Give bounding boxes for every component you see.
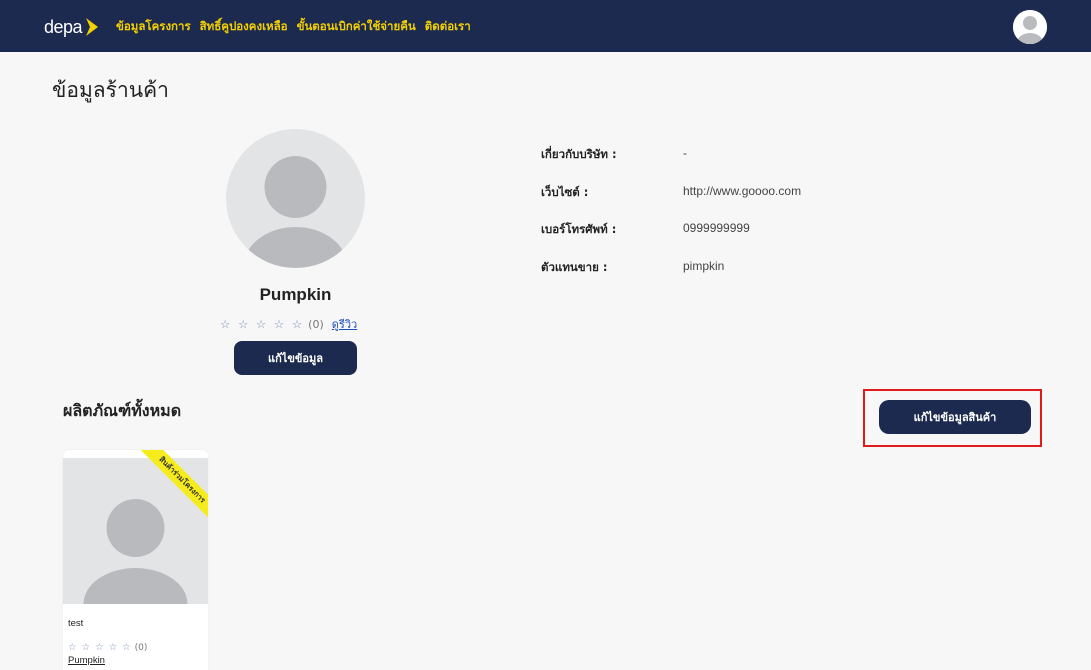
nav-reimbursement-steps[interactable]: ขั้นตอนเบิกค่าใช้จ่ายคืน <box>297 18 416 36</box>
info-label: เว็บไซต์ : <box>541 184 589 199</box>
shop-avatar-icon <box>243 156 348 268</box>
user-avatar-icon <box>1013 10 1047 44</box>
top-navbar: depa ข้อมูลโครงการ สิทธิ์คูปองคงเหลือ ขั… <box>0 0 1091 52</box>
info-row-website: เว็บไซต์ : http://www.goooo.com <box>541 184 801 222</box>
logo-arrow-icon <box>86 18 99 36</box>
shop-avatar <box>226 129 365 268</box>
info-value: pimpkin <box>683 258 725 273</box>
edit-info-button[interactable]: แก้ไขข้อมูล <box>234 341 357 375</box>
rating-stars-icon: ☆ ☆ ☆ ☆ ☆ <box>220 317 305 331</box>
info-value: http://www.goooo.com <box>683 183 802 198</box>
nav-remaining-coupon[interactable]: สิทธิ์คูปองคงเหลือ <box>200 18 288 36</box>
shop-info-table: เกี่ยวกับบริษัท : - เว็บไซต์ : http://ww… <box>541 146 801 296</box>
review-count: (0) <box>308 317 324 331</box>
ribbon-label: สินค้าร่วมโครงการ <box>133 450 208 529</box>
product-card[interactable]: สินค้าร่วมโครงการ test ☆ ☆ ☆ ☆ ☆ (0) Pum… <box>63 450 208 670</box>
nav-project-info[interactable]: ข้อมูลโครงการ <box>116 18 191 36</box>
product-stars-icon: ☆ ☆ ☆ ☆ ☆ <box>68 642 132 653</box>
edit-products-button[interactable]: แก้ไขข้อมูลสินค้า <box>879 400 1031 434</box>
logo-text: depa <box>44 16 83 37</box>
depa-logo[interactable]: depa <box>44 14 100 40</box>
user-avatar[interactable] <box>1013 10 1047 44</box>
info-label: ตัวแทนขาย : <box>541 259 608 274</box>
page-title: ข้อมูลร้านค้า <box>52 78 169 102</box>
product-rating: ☆ ☆ ☆ ☆ ☆ (0) <box>68 642 147 653</box>
info-row-about: เกี่ยวกับบริษัท : - <box>541 146 801 184</box>
shop-rating: ☆ ☆ ☆ ☆ ☆ (0) ดูรีวิว <box>220 315 357 333</box>
view-reviews-link[interactable]: ดูรีวิว <box>332 315 357 333</box>
info-row-phone: เบอร์โทรศัพท์ : 0999999999 <box>541 221 801 259</box>
info-row-sales-rep: ตัวแทนขาย : pimpkin <box>541 259 801 297</box>
main-nav: ข้อมูลโครงการ สิทธิ์คูปองคงเหลือ ขั้นตอน… <box>116 18 471 36</box>
product-shop-link[interactable]: Pumpkin <box>68 655 105 666</box>
shop-name: Pumpkin <box>259 285 332 304</box>
info-label: เกี่ยวกับบริษัท : <box>541 147 617 161</box>
ribbon: สินค้าร่วมโครงการ <box>118 450 208 540</box>
product-review-count: (0) <box>134 642 148 653</box>
info-label: เบอร์โทรศัพท์ : <box>541 222 617 236</box>
products-section-title: ผลิตภัณฑ์ทั้งหมด <box>63 401 182 420</box>
nav-contact-us[interactable]: ติดต่อเรา <box>425 18 471 36</box>
info-value: 0999999999 <box>683 221 750 235</box>
product-name: test <box>68 618 84 629</box>
info-value: - <box>683 146 687 160</box>
